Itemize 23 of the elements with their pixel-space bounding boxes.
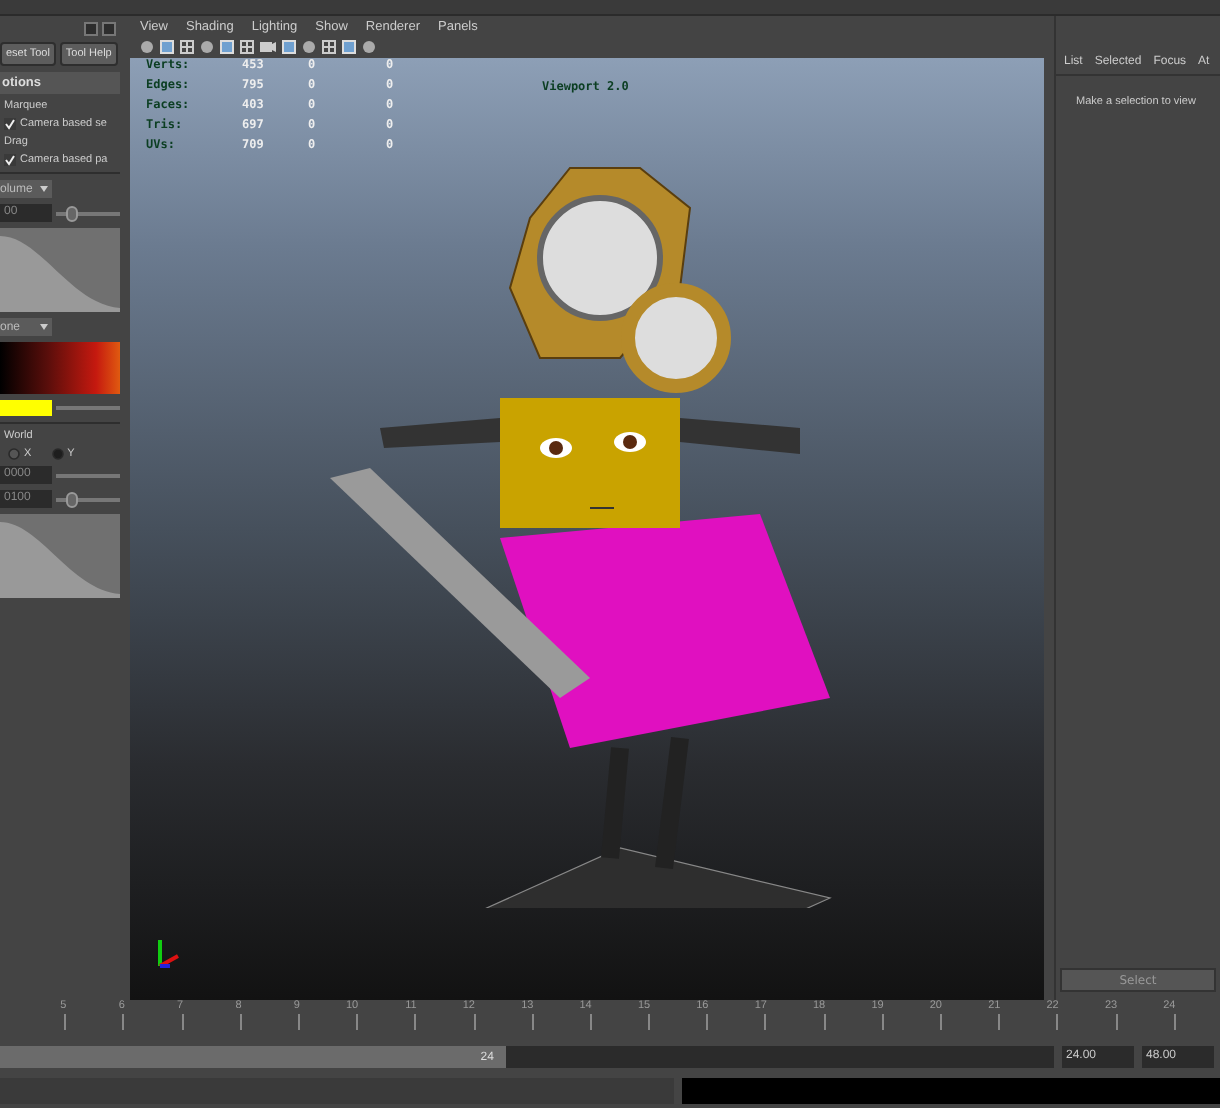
caret-icon [40,186,48,192]
checkbox[interactable] [4,118,16,130]
grid-icon[interactable] [240,40,254,54]
cube-icon[interactable] [342,40,356,54]
color-ramp[interactable] [0,342,120,394]
color-swatch[interactable] [0,400,52,416]
cube-icon[interactable] [220,40,234,54]
sphere-icon[interactable] [200,40,214,54]
caret-icon [40,324,48,330]
sphere-icon[interactable] [140,40,154,54]
sphere-icon[interactable] [362,40,376,54]
camera-icon[interactable] [260,40,276,54]
radio-button[interactable] [51,448,64,460]
grid-icon[interactable] [180,40,194,54]
sphere-icon[interactable] [302,40,316,54]
slider-thumb[interactable] [65,491,78,507]
slider-thumb[interactable] [65,205,78,221]
grid-icon[interactable] [322,40,336,54]
cube-icon[interactable] [160,40,174,54]
checkbox[interactable] [4,154,16,166]
cube-icon[interactable] [282,40,296,54]
radio-button[interactable] [8,448,20,460]
axis-icon [154,936,182,972]
